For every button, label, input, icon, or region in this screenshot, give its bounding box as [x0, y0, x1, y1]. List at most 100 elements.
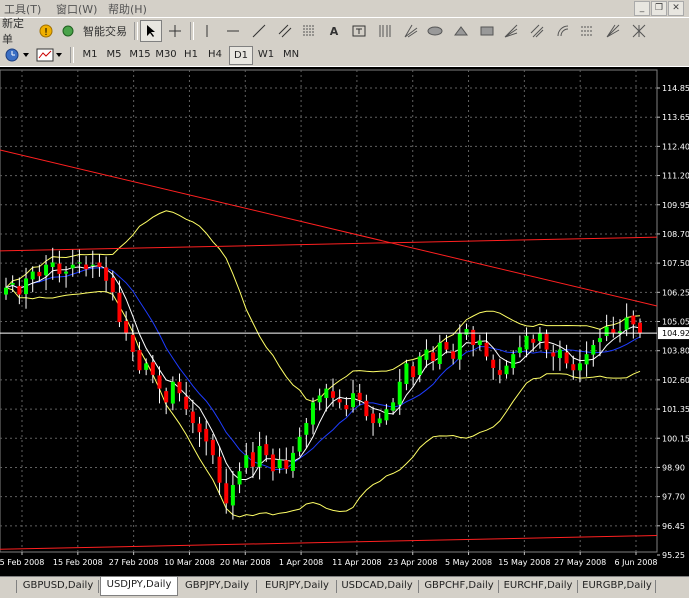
trendline-icon[interactable] — [250, 21, 268, 41]
menu-bar: 工具(T) 窗口(W) 帮助(H) _ ❐ ✕ — [0, 0, 689, 16]
symbol-tab-gbpchf[interactable]: GBPCHF,Daily — [422, 578, 496, 594]
main-toolbar: 新定单 ! 智能交易 A — [0, 17, 689, 46]
candle-bullish — [237, 471, 242, 485]
symbol-tab-eurgbp[interactable]: EURGBP,Daily — [581, 578, 653, 594]
crosshair-icon[interactable] — [166, 21, 184, 41]
timeframe-m5[interactable]: M5 — [104, 46, 124, 63]
price-chart[interactable]: 114.85 113.65 112.40 111.20 109.95 108.70 107.… — [0, 67, 689, 576]
periods-dropdown[interactable] — [2, 45, 30, 65]
tab-separator — [336, 580, 337, 593]
date-tick-label: 15 Feb 2008 — [53, 558, 103, 567]
fibonacci-fan-icon[interactable] — [502, 21, 520, 41]
symbol-tab-usdjpy[interactable]: USDJPY,Daily — [100, 577, 178, 596]
candle-bearish — [270, 454, 275, 472]
symbol-tab-gbpusd[interactable]: GBPUSD,Daily — [20, 578, 96, 594]
timeframe-d1[interactable]: D1 — [229, 46, 253, 65]
tab-separator — [16, 580, 17, 593]
timeframe-h1[interactable]: H1 — [181, 46, 201, 63]
timeframe-h4[interactable]: H4 — [205, 46, 225, 63]
fibonacci-channel-icon[interactable] — [528, 21, 546, 41]
candle-bullish — [624, 317, 629, 330]
candle-bullish — [457, 333, 462, 360]
menu-help[interactable]: 帮助(H) — [108, 1, 147, 17]
fibonacci-timezones-icon[interactable] — [376, 21, 394, 41]
date-tick-label: 11 Apr 2008 — [332, 558, 381, 567]
text-tool-button[interactable]: A — [326, 21, 342, 41]
symbol-tab-eurchf[interactable]: EURCHF,Daily — [502, 578, 574, 594]
candle-bearish — [157, 375, 162, 389]
date-tick-label: 10 Mar 2008 — [164, 558, 215, 567]
tab-separator — [98, 580, 99, 593]
symbol-tab-eurjpy[interactable]: EURJPY,Daily — [260, 578, 334, 594]
symbol-tab-usdcad[interactable]: USDCAD,Daily — [340, 578, 414, 594]
candle-bullish — [584, 354, 589, 365]
fibonacci-icon[interactable] — [300, 21, 318, 41]
price-tick-label: 113.65 — [662, 113, 689, 122]
restore-button[interactable]: ❐ — [651, 1, 667, 16]
candle-bullish — [437, 342, 442, 364]
ellipse-icon[interactable] — [426, 21, 444, 41]
trendline — [0, 236, 658, 252]
candle-bearish — [264, 444, 269, 456]
current-price-label: 104.92 — [662, 329, 689, 338]
andrews-pitchfork-icon[interactable] — [604, 21, 622, 41]
timeframe-mn[interactable]: MN — [280, 46, 302, 63]
price-tick-label: 102.60 — [662, 376, 689, 385]
new-order-button[interactable]: 新定单 — [2, 17, 32, 46]
expert-advisors-icon[interactable] — [60, 21, 76, 41]
text-label-icon[interactable] — [350, 21, 368, 41]
toolbar-separator — [134, 22, 138, 40]
timeframe-m15[interactable]: M15 — [128, 46, 152, 63]
gann-fan-icon[interactable] — [402, 21, 420, 41]
candle-bullish — [4, 287, 8, 295]
equidistant-channel-icon[interactable] — [276, 21, 294, 41]
symbol-tab[interactable] — [658, 578, 688, 594]
symbol-tab-gbpjpy[interactable]: GBPJPY,Daily — [182, 578, 252, 594]
candle-bullish — [557, 349, 562, 359]
moving-average-line — [5, 267, 641, 471]
cursor-icon[interactable] — [140, 20, 162, 42]
chart-canvas[interactable]: 114.85 113.65 112.40 111.20 109.95 108.70 107.… — [0, 67, 689, 576]
date-tick-label: 23 Apr 2008 — [388, 558, 437, 567]
fibonacci-expansion-icon[interactable] — [578, 21, 596, 41]
tab-separator — [577, 580, 578, 593]
warning-icon[interactable]: ! — [38, 21, 54, 41]
triangle-icon[interactable] — [452, 21, 470, 41]
price-tick-label: 107.50 — [662, 259, 689, 268]
menu-window[interactable]: 窗口(W) — [56, 1, 97, 17]
toolbar-separator — [70, 47, 74, 63]
price-tick-label: 95.25 — [662, 551, 685, 560]
horizontal-line-icon[interactable] — [224, 21, 242, 41]
candle-bearish — [284, 460, 289, 469]
candle-bearish — [491, 359, 496, 368]
price-tick-label: 111.20 — [662, 172, 689, 181]
candle-bullish — [44, 264, 49, 276]
templates-dropdown[interactable] — [34, 45, 64, 65]
timeframe-m1[interactable]: M1 — [80, 46, 100, 63]
candle-bullish — [170, 381, 175, 404]
candle-bearish — [150, 362, 155, 375]
price-tick-label: 97.70 — [662, 493, 685, 502]
candle-bullish — [244, 455, 249, 468]
plot-frame — [0, 69, 658, 553]
candle-bearish — [130, 334, 135, 352]
candle-bearish — [571, 364, 576, 371]
trendline — [0, 149, 658, 307]
candle-bearish — [184, 396, 189, 410]
candle-bullish — [424, 349, 429, 360]
minimize-button[interactable]: _ — [634, 1, 650, 16]
close-button[interactable]: ✕ — [668, 1, 684, 16]
candle-bearish — [371, 413, 376, 424]
candle-bullish — [397, 381, 402, 405]
expert-advisors-button[interactable]: 智能交易 — [82, 21, 128, 41]
timeframe-m30[interactable]: M30 — [154, 46, 178, 63]
rectangle-icon[interactable] — [478, 21, 496, 41]
timeframe-w1[interactable]: W1 — [256, 46, 276, 63]
cycle-lines-icon[interactable] — [630, 21, 648, 41]
date-tick-label: 5 Feb 2008 — [0, 558, 44, 567]
fibonacci-arcs-icon[interactable] — [554, 21, 572, 41]
candle-bearish — [224, 483, 229, 504]
vertical-line-icon[interactable] — [200, 21, 214, 41]
symbol-tab[interactable] — [0, 578, 14, 594]
price-tick-label: 98.90 — [662, 463, 685, 472]
